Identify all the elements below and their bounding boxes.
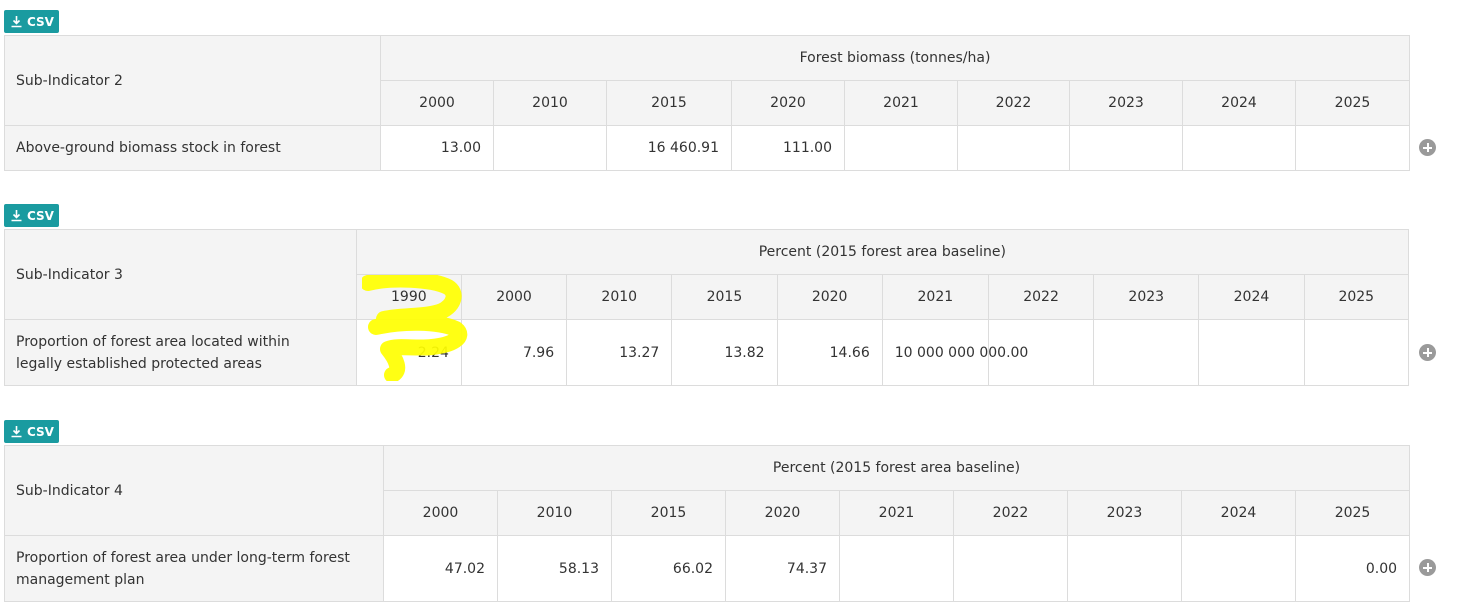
year-header: 2020 — [776, 274, 883, 320]
value-cell[interactable]: 74.37 — [725, 535, 840, 602]
value-cell[interactable]: 10 000 000 000.00 — [881, 319, 1028, 386]
data-table: Sub-Indicator 3 Percent (2015 forest are… — [4, 229, 1410, 386]
download-icon — [11, 16, 22, 28]
year-header: 2024 — [1198, 274, 1305, 320]
unit-header: Percent (2015 forest area baseline) — [382, 445, 1411, 491]
year-header: 2025 — [1294, 490, 1411, 536]
year-header: 2015 — [611, 490, 726, 536]
value-cell[interactable] — [1067, 535, 1182, 602]
value-cell[interactable] — [1093, 319, 1200, 386]
value-cell[interactable]: 7.96 — [460, 319, 568, 386]
value-cell[interactable]: 58.13 — [497, 535, 612, 602]
unit-header: Percent (2015 forest area baseline) — [355, 229, 1410, 275]
value-cell[interactable] — [1198, 319, 1305, 386]
value-cell[interactable]: 16 460.91 — [606, 125, 732, 171]
value-cell[interactable] — [1181, 535, 1296, 602]
value-cell[interactable] — [953, 535, 1068, 602]
value-cell[interactable]: 0.00 — [1294, 535, 1411, 602]
table-row: Above-ground biomass stock in forest 13.… — [4, 125, 1410, 171]
value-cell[interactable]: 13.82 — [671, 319, 778, 386]
value-cell[interactable]: 66.02 — [611, 535, 726, 602]
download-icon — [11, 426, 22, 438]
csv-label: CSV — [27, 424, 54, 439]
value-cell[interactable]: 14.66 — [776, 319, 883, 386]
value-cell[interactable] — [844, 125, 958, 171]
year-header: 2023 — [1093, 274, 1200, 320]
year-header: 2010 — [497, 490, 612, 536]
value-cell[interactable] — [1182, 125, 1296, 171]
value-cell[interactable] — [493, 125, 607, 171]
csv-label: CSV — [27, 14, 54, 29]
year-header: 2020 — [731, 80, 845, 126]
value-cell[interactable] — [839, 535, 954, 602]
row-label: Above-ground biomass stock in forest — [4, 125, 381, 171]
value-cell[interactable] — [1069, 125, 1183, 171]
year-header: 2021 — [844, 80, 958, 126]
csv-label: CSV — [27, 208, 54, 223]
year-header: 2000 — [383, 490, 498, 536]
value-cell[interactable] — [1303, 319, 1410, 386]
value-cell[interactable] — [957, 125, 1070, 171]
year-header: 2023 — [1069, 80, 1183, 126]
value-cell[interactable] — [1295, 125, 1410, 171]
row-label: Proportion of forest area located within… — [4, 319, 357, 386]
year-header: 2021 — [881, 274, 989, 320]
sub-indicator-header: Sub-Indicator 4 — [4, 445, 384, 536]
value-cell[interactable]: 47.02 — [383, 535, 498, 602]
row-label: Proportion of forest area under long-ter… — [4, 535, 384, 602]
year-header: 2022 — [987, 274, 1095, 320]
download-icon — [11, 210, 22, 222]
year-header: 2022 — [957, 80, 1070, 126]
year-header: 2010 — [566, 274, 673, 320]
sub-indicator-header: Sub-Indicator 3 — [4, 229, 357, 320]
year-header: 2022 — [953, 490, 1068, 536]
year-header: 2015 — [606, 80, 732, 126]
plus-circle-icon[interactable] — [1419, 139, 1436, 156]
year-header: 2023 — [1067, 490, 1182, 536]
csv-download-button[interactable]: CSV — [4, 10, 59, 33]
value-cell[interactable]: 13.27 — [566, 319, 673, 386]
data-table: Sub-Indicator 2 Forest biomass (tonnes/h… — [4, 35, 1410, 171]
year-header: 2000 — [380, 80, 494, 126]
year-header: 2025 — [1295, 80, 1410, 126]
value-cell[interactable]: 13.00 — [380, 125, 494, 171]
plus-circle-icon[interactable] — [1419, 344, 1436, 361]
table-row: Proportion of forest area located within… — [4, 319, 1410, 386]
csv-download-button[interactable]: CSV — [4, 204, 59, 227]
year-header: 2000 — [460, 274, 568, 320]
year-header: 2025 — [1303, 274, 1410, 320]
sub-indicator-header: Sub-Indicator 2 — [4, 35, 381, 126]
year-header: 2010 — [493, 80, 607, 126]
data-table: Sub-Indicator 4 Percent (2015 forest are… — [4, 445, 1411, 602]
csv-download-button[interactable]: CSV — [4, 420, 59, 443]
table-row: Proportion of forest area under long-ter… — [4, 535, 1411, 602]
unit-header: Forest biomass (tonnes/ha) — [380, 35, 1410, 81]
year-header: 2021 — [839, 490, 954, 536]
year-header: 2020 — [725, 490, 840, 536]
value-cell[interactable]: 111.00 — [731, 125, 845, 171]
plus-circle-icon[interactable] — [1419, 559, 1436, 576]
year-header: 2024 — [1182, 80, 1296, 126]
value-cell[interactable]: 2.24 — [355, 319, 462, 386]
year-header: 2015 — [671, 274, 778, 320]
year-header: 2024 — [1181, 490, 1296, 536]
year-header: 1990 — [355, 274, 462, 320]
